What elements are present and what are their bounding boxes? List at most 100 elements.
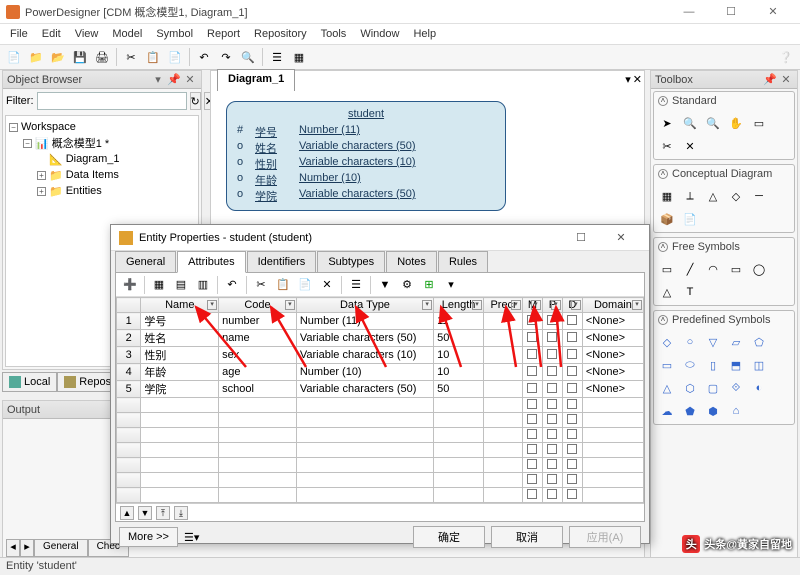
cancel-button[interactable]: 取消 — [491, 526, 563, 548]
bottom-tab-general[interactable]: General — [34, 539, 88, 557]
tab-notes[interactable]: Notes — [386, 251, 437, 272]
move-top-icon[interactable]: ⤒ — [156, 506, 170, 520]
canvas-close-icon[interactable]: ✕ — [633, 73, 642, 86]
note-tool-icon[interactable]: ▭ — [657, 259, 677, 279]
move-down-icon[interactable]: ▼ — [138, 506, 152, 520]
sym10-icon[interactable]: ◫ — [749, 355, 769, 375]
entity-tool-icon[interactable]: ▦ — [657, 186, 677, 206]
file-tool-icon[interactable]: 📄 — [680, 209, 700, 229]
tab-general[interactable]: General — [115, 251, 176, 272]
entity-symbol[interactable]: student #学号Number (11) o姓名Variable chara… — [226, 101, 506, 211]
menu-window[interactable]: Window — [354, 26, 405, 42]
prop-icon[interactable]: ☰ — [267, 47, 287, 67]
menu-indicator-icon[interactable]: ☰▾ — [184, 531, 199, 544]
menu-file[interactable]: File — [4, 26, 34, 42]
toolbox-close-icon[interactable]: ✕ — [779, 73, 793, 87]
undo2-icon[interactable]: ↶ — [222, 275, 242, 295]
group-conceptual[interactable]: Conceptual Diagram — [672, 168, 772, 180]
group-standard[interactable]: Standard — [672, 95, 717, 107]
inherit-tool-icon[interactable]: △ — [703, 186, 723, 206]
paste-icon[interactable]: 📄 — [165, 47, 185, 67]
pin-icon[interactable]: 📌 — [167, 73, 181, 87]
select-icon[interactable]: ▭ — [749, 113, 769, 133]
model-node[interactable]: 概念模型1 * — [52, 135, 109, 151]
new-icon[interactable]: 📄 — [4, 47, 24, 67]
pointer-tool-icon[interactable]: ➤ — [657, 113, 677, 133]
excel-icon[interactable]: ⊞ — [419, 275, 439, 295]
paste2-icon[interactable]: 📄 — [295, 275, 315, 295]
sym1-icon[interactable]: ◇ — [657, 332, 677, 352]
sym16-icon[interactable]: ☁ — [657, 401, 677, 421]
sym8-icon[interactable]: ▯ — [703, 355, 723, 375]
menu-report[interactable]: Report — [201, 26, 246, 42]
move-up-icon[interactable]: ▲ — [120, 506, 134, 520]
copy-icon[interactable]: 📋 — [143, 47, 163, 67]
sym4-icon[interactable]: ▱ — [726, 332, 746, 352]
copy2-icon[interactable]: 📋 — [273, 275, 293, 295]
tab-rules[interactable]: Rules — [438, 251, 488, 272]
sym14-icon[interactable]: ⟐ — [726, 378, 746, 398]
toolbox-pin-icon[interactable]: 📌 — [763, 73, 777, 87]
delete-tool-icon[interactable]: ✕ — [680, 136, 700, 156]
menu-model[interactable]: Model — [106, 26, 148, 42]
hand-icon[interactable]: ✋ — [726, 113, 746, 133]
close-button[interactable]: ✕ — [752, 0, 794, 24]
workspace-node[interactable]: Workspace — [21, 121, 76, 133]
group-free[interactable]: Free Symbols — [672, 241, 740, 253]
project-icon[interactable]: 📁 — [26, 47, 46, 67]
menu-view[interactable]: View — [69, 26, 105, 42]
entities-node[interactable]: Entities — [66, 185, 102, 197]
apply-button[interactable]: 应用(A) — [569, 526, 641, 548]
tab-local[interactable]: Local — [2, 372, 57, 392]
help-icon[interactable]: ❔ — [776, 47, 796, 67]
package-tool-icon[interactable]: 📦 — [657, 209, 677, 229]
canvas-dropdown-icon[interactable]: ▾ — [625, 73, 631, 86]
sym13-icon[interactable]: ▢ — [703, 378, 723, 398]
sym18-icon[interactable]: ⬢ — [703, 401, 723, 421]
prop2-icon[interactable]: ☰ — [346, 275, 366, 295]
menu-tools[interactable]: Tools — [315, 26, 353, 42]
dialog-close-button[interactable]: ✕ — [601, 225, 641, 251]
insert-row-icon[interactable]: ➕ — [120, 275, 140, 295]
sym12-icon[interactable]: ⬡ — [680, 378, 700, 398]
delete-row-icon[interactable]: ✕ — [317, 275, 337, 295]
dataitems-node[interactable]: Data Items — [66, 169, 119, 181]
dialog-maximize-button[interactable]: ☐ — [561, 225, 601, 251]
minimize-button[interactable]: — — [668, 0, 710, 24]
zoomout-icon[interactable]: 🔍 — [703, 113, 723, 133]
diagram-tab[interactable]: Diagram_1 — [217, 69, 295, 91]
add-icon[interactable]: ▦ — [149, 275, 169, 295]
attributes-grid[interactable]: Name▾ Code▾ Data Type▾ Length▾ Preci▾ M▾… — [116, 297, 644, 503]
sym3-icon[interactable]: ▽ — [703, 332, 723, 352]
menu-help[interactable]: Help — [407, 26, 442, 42]
open-icon[interactable]: 📂 — [48, 47, 68, 67]
sym9-icon[interactable]: ⬒ — [726, 355, 746, 375]
list-icon[interactable]: ▦ — [289, 47, 309, 67]
sym11-icon[interactable]: △ — [657, 378, 677, 398]
more-button[interactable]: More >> — [119, 527, 178, 547]
filter2-icon[interactable]: ▼ — [375, 275, 395, 295]
menu-symbol[interactable]: Symbol — [150, 26, 199, 42]
tab-subtypes[interactable]: Subtypes — [317, 251, 385, 272]
menu-repository[interactable]: Repository — [248, 26, 313, 42]
maximize-button[interactable]: ☐ — [710, 0, 752, 24]
cut-icon[interactable]: ✂ — [121, 47, 141, 67]
group-predefined[interactable]: Predefined Symbols — [672, 314, 770, 326]
sym17-icon[interactable]: ⬟ — [680, 401, 700, 421]
ok-button[interactable]: 确定 — [413, 526, 485, 548]
dropdown-icon[interactable]: ▾ — [151, 73, 165, 87]
assoc-tool-icon[interactable]: ◇ — [726, 186, 746, 206]
find-icon[interactable]: 🔍 — [238, 47, 258, 67]
close-panel-icon[interactable]: ✕ — [183, 73, 197, 87]
sym7-icon[interactable]: ⬭ — [680, 355, 700, 375]
diagram-node[interactable]: Diagram_1 — [66, 153, 120, 165]
zoomin-icon[interactable]: 🔍 — [680, 113, 700, 133]
move-bottom-icon[interactable]: ⤓ — [174, 506, 188, 520]
cut2-icon[interactable]: ✂ — [251, 275, 271, 295]
tool3-icon[interactable]: ▾ — [441, 275, 461, 295]
menu-edit[interactable]: Edit — [36, 26, 67, 42]
ellipse-tool-icon[interactable]: ◯ — [749, 259, 769, 279]
tab-next-icon[interactable]: ▸ — [20, 539, 34, 557]
text-tool-icon[interactable]: T — [680, 282, 700, 302]
tab-prev-icon[interactable]: ◂ — [6, 539, 20, 557]
